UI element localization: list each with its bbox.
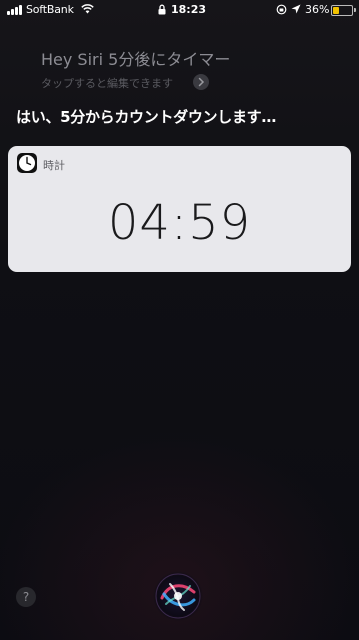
siri-orb-icon[interactable] (152, 570, 204, 622)
card-app-name: 時計 (43, 159, 65, 172)
location-arrow-icon (291, 4, 301, 14)
edit-hint-text[interactable]: タップすると編集できます (41, 75, 173, 91)
battery-percent: 36% (305, 3, 330, 16)
orientation-lock-icon (276, 4, 287, 15)
siri-request-text[interactable]: Hey Siri 5分後にタイマー (41, 46, 230, 70)
carrier-name: SoftBank (26, 3, 74, 16)
status-time: 18:23 (171, 3, 207, 16)
clock-icon (17, 153, 37, 173)
timer-countdown: 04:59 (107, 195, 252, 251)
lock-icon (158, 4, 166, 15)
signal-strength-icon (7, 5, 23, 15)
help-button[interactable]: ? (16, 587, 36, 607)
status-bar: SoftBank 18:23 36% (0, 0, 359, 20)
battery-icon (331, 5, 356, 16)
chevron-right-icon[interactable] (193, 74, 209, 90)
siri-response-text: はい、5分からカウントダウンします… (16, 108, 277, 126)
wifi-icon (81, 4, 94, 14)
